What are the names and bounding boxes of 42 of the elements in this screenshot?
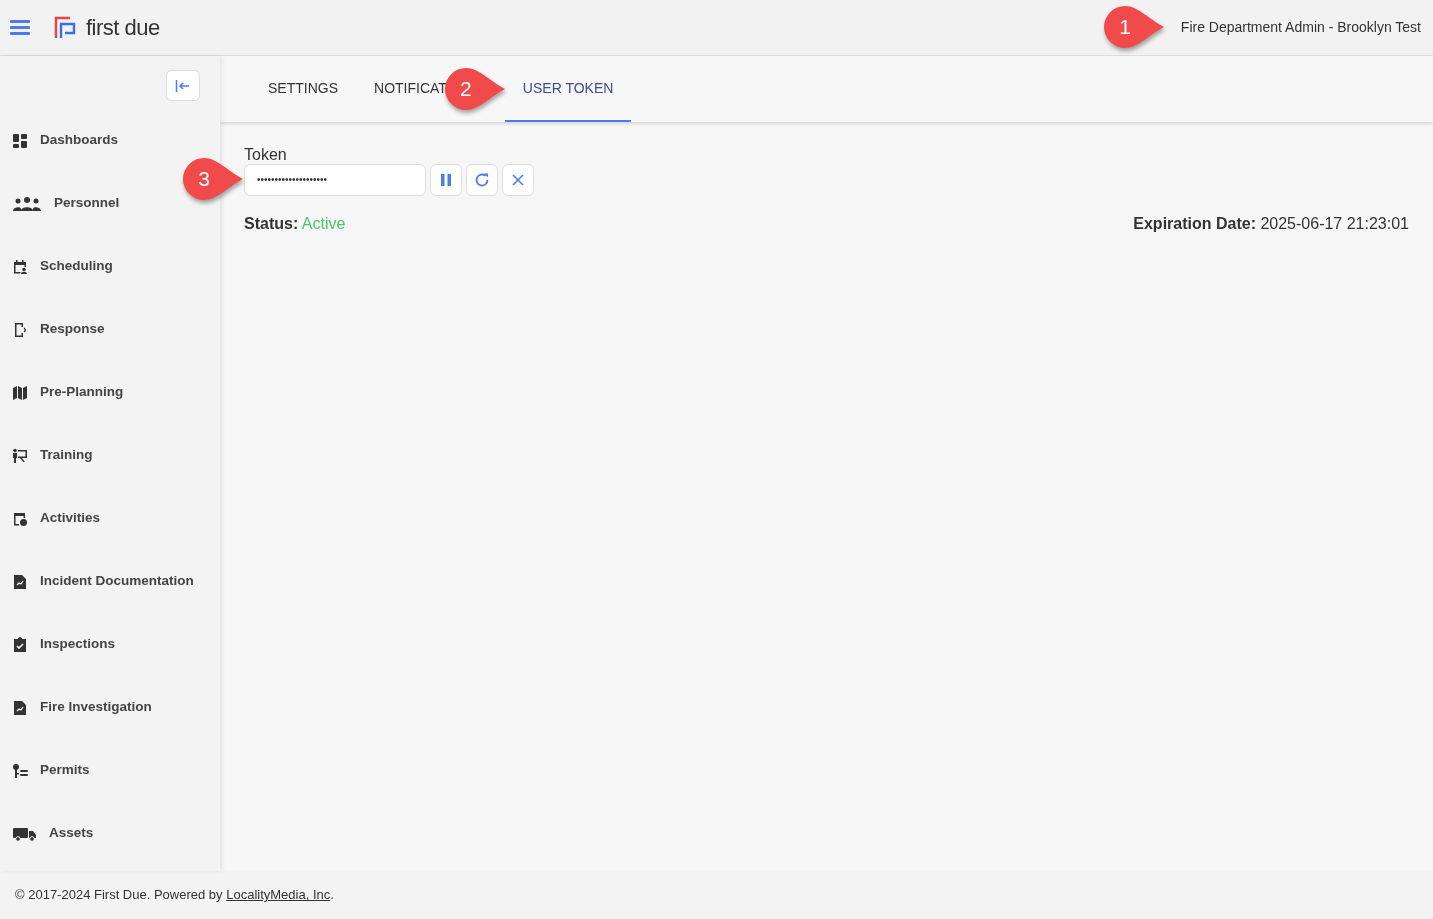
field-label: Token bbox=[244, 146, 288, 164]
truck-icon bbox=[12, 825, 37, 842]
logo-icon bbox=[54, 15, 78, 40]
sidebar-item[interactable]: Incident Documentation bbox=[0, 550, 220, 613]
phone-icon bbox=[12, 321, 28, 338]
refresh-icon bbox=[474, 171, 490, 188]
map-icon bbox=[12, 384, 28, 401]
close-icon bbox=[511, 172, 525, 187]
token-field[interactable]: •••••••••••••••••••• bbox=[244, 163, 426, 196]
dashboard-icon bbox=[12, 132, 28, 149]
sidebar-item[interactable]: Pre-Planning bbox=[0, 361, 220, 424]
refresh-button[interactable] bbox=[466, 163, 498, 196]
calendar-person-icon bbox=[12, 258, 28, 275]
close-button[interactable] bbox=[502, 163, 534, 196]
expiration-date: Expiration Date: 2025-06-17 21:23:01 bbox=[1133, 213, 1409, 234]
logo-text: first due bbox=[86, 14, 160, 42]
collapse-icon bbox=[175, 78, 191, 93]
sidebar-item[interactable]: Assets bbox=[0, 802, 220, 865]
sidebar-item[interactable]: Response bbox=[0, 298, 220, 361]
sidebar-item[interactable]: Fire Investigation bbox=[0, 676, 220, 739]
footer-copyright: © 2017-2024 First Due. Powered by LocalityMedia, Inc. bbox=[15, 886, 334, 905]
sidebar-item[interactable]: Dashboards bbox=[0, 109, 220, 172]
menu-icon[interactable] bbox=[10, 20, 30, 35]
people-icon bbox=[12, 195, 42, 212]
key-list-icon bbox=[12, 762, 28, 779]
presentation-icon bbox=[12, 447, 28, 464]
pause-button[interactable] bbox=[430, 163, 462, 196]
account-name[interactable]: Fire Department Admin - Brooklyn Test bbox=[1180, 17, 1421, 38]
tab[interactable]: SETTINGS bbox=[250, 56, 356, 122]
clipboard-check-icon bbox=[12, 636, 28, 653]
document-chart-icon bbox=[12, 699, 28, 716]
tab[interactable]: USER TOKEN bbox=[504, 56, 632, 122]
sidebar-item[interactable]: Activities bbox=[0, 487, 220, 550]
tab[interactable]: NOTIFICAT bbox=[356, 56, 447, 122]
collapse-sidebar-button[interactable] bbox=[166, 70, 200, 101]
sidebar-item[interactable]: Inspections bbox=[0, 613, 220, 676]
sidebar-item[interactable]: Permits bbox=[0, 739, 220, 802]
document-chart-icon bbox=[12, 573, 28, 590]
token-status: Status: Active bbox=[244, 213, 346, 234]
sidebar-item[interactable]: Scheduling bbox=[0, 235, 220, 298]
pause-icon bbox=[440, 172, 452, 187]
sidebar-item[interactable]: Training bbox=[0, 424, 220, 487]
